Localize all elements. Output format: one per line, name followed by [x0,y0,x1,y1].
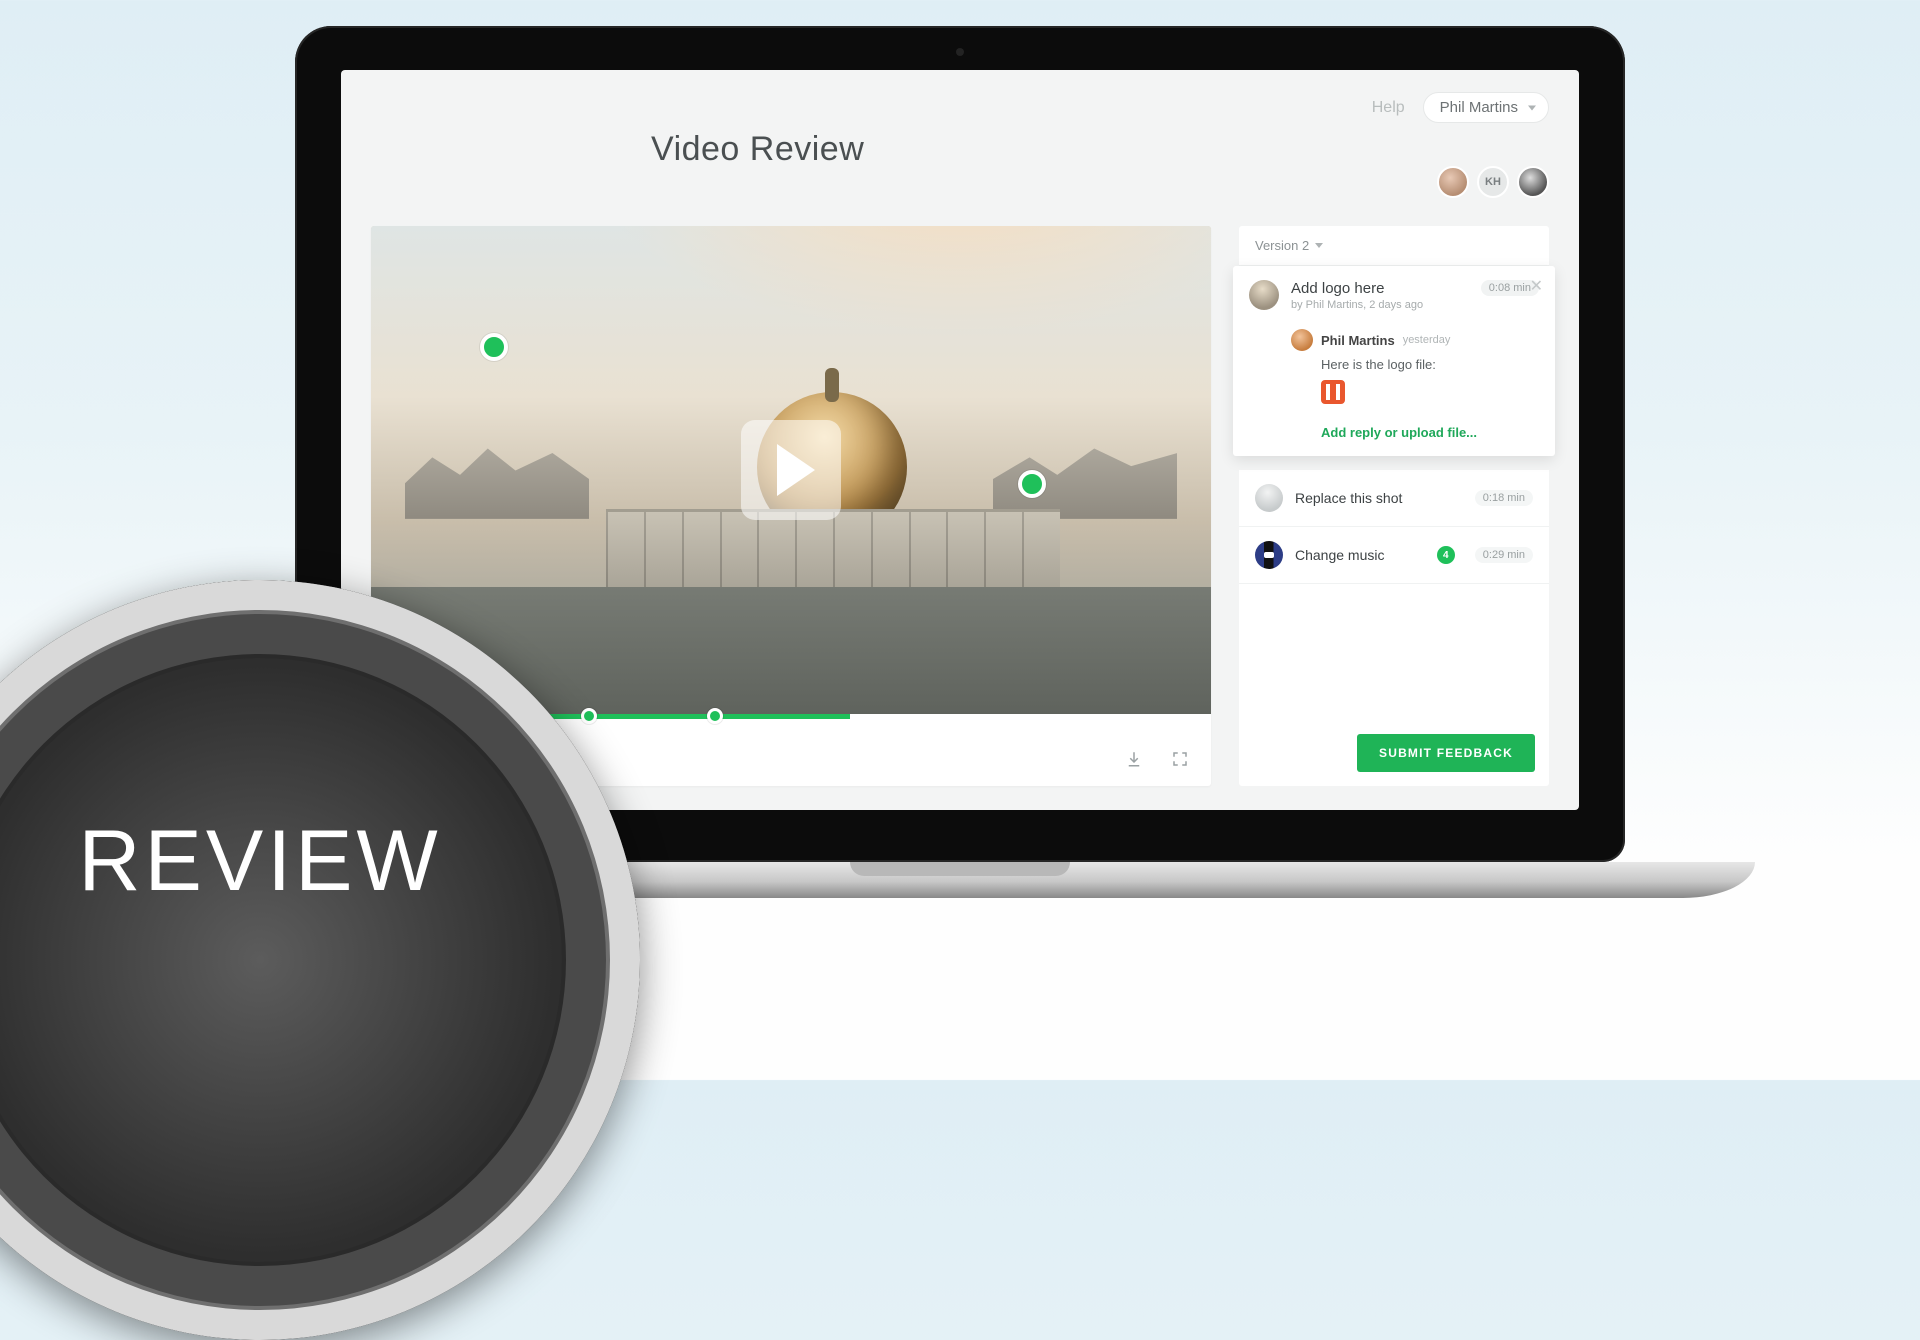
reply-count-badge: 4 [1437,546,1455,564]
timeline-marker[interactable] [707,708,723,724]
version-selector[interactable]: Version 2 [1239,226,1549,266]
comment-item[interactable]: Replace this shot 0:18 min [1239,470,1549,527]
comment-thumbnail [1255,484,1283,512]
comment-item[interactable]: Change music 4 0:29 min [1239,527,1549,584]
play-button[interactable] [741,420,841,520]
play-icon [777,444,815,496]
timestamp-badge: 0:29 min [1475,547,1533,563]
review-overlay-text: REVIEW [78,812,441,911]
comment-expanded: ✕ Add logo here by Phil Martins, 2 days … [1233,266,1555,456]
add-reply-link[interactable]: Add reply or upload file... [1321,425,1539,440]
avatar [1291,329,1313,351]
comment-meta: by Phil Martins, 2 days ago [1291,299,1423,311]
video-still [825,368,839,402]
page-title: Video Review [651,130,864,169]
timeline-marker[interactable] [581,708,597,724]
avatar[interactable] [1517,166,1549,198]
video-viewport[interactable] [371,226,1211,714]
download-icon[interactable] [1125,750,1143,768]
laptop-notch [850,862,1070,876]
user-name: Phil Martins [1440,99,1518,116]
comment-thumbnail [1249,280,1279,310]
spacer [1239,584,1549,720]
submit-feedback-button[interactable]: SUBMIT FEEDBACK [1357,734,1535,772]
reply-author: Phil Martins [1321,333,1395,348]
avatar[interactable]: KH [1477,166,1509,198]
webcam-dot [956,48,964,56]
timestamp-badge: 0:18 min [1475,490,1533,506]
comment-reply: Phil Martins yesterday Here is the logo … [1291,329,1539,440]
reply-text: Here is the logo file: [1321,357,1539,372]
reply-when: yesterday [1403,334,1451,346]
comment-title: Add logo here [1291,280,1423,297]
workspace: Version 2 ✕ Add logo here by Phil Martin… [371,226,1549,786]
avatar[interactable] [1437,166,1469,198]
collaborators: KH [1437,166,1549,198]
comment-title: Replace this shot [1295,490,1402,506]
submit-row: SUBMIT FEEDBACK [1239,720,1549,786]
top-bar: Help Phil Martins [1372,92,1549,123]
close-icon[interactable]: ✕ [1530,276,1543,296]
user-menu[interactable]: Phil Martins [1423,92,1549,123]
attachment-thumbnail[interactable] [1321,380,1345,404]
comments-panel: Version 2 ✕ Add logo here by Phil Martin… [1239,226,1549,786]
comment-thumbnail [1255,541,1283,569]
annotation-marker[interactable] [1018,470,1046,498]
version-label: Version 2 [1255,238,1309,253]
help-link[interactable]: Help [1372,99,1405,117]
comment-title: Change music [1295,547,1385,563]
fullscreen-icon[interactable] [1171,750,1189,768]
chevron-down-icon [1315,243,1323,248]
chevron-down-icon [1528,105,1536,110]
